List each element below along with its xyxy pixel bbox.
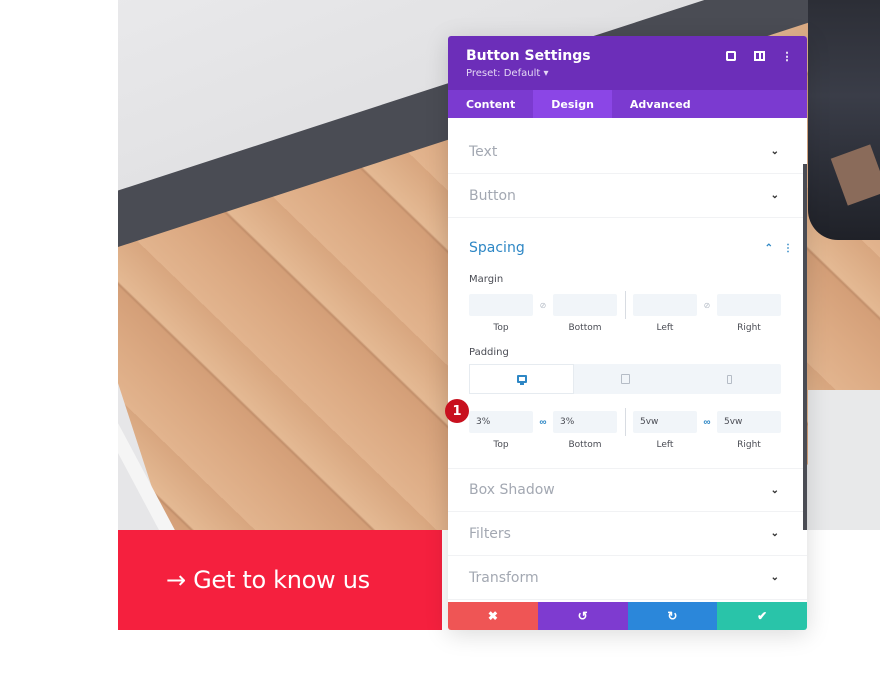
panel-body: Text ⌄ Button ⌄ Spacing ⌃ ⋮ Margin ⊘ ⊘ T… xyxy=(448,118,807,602)
more-options-icon[interactable]: ⋮ xyxy=(781,50,793,63)
preset-dropdown[interactable]: Preset: Default ▾ xyxy=(466,68,789,79)
undo-button[interactable]: ↺ xyxy=(537,602,628,630)
section-label: Filters xyxy=(469,525,511,542)
sublabel-right: Right xyxy=(737,323,761,333)
chevron-down-icon: ⌄ xyxy=(770,484,779,496)
page: → Get to know us 1 Button Settings Prese… xyxy=(0,0,880,683)
check-icon: ✔ xyxy=(757,609,768,623)
section-options-icon[interactable]: ⋮ xyxy=(783,243,793,254)
section-label: Text xyxy=(469,143,498,160)
section-label: Button xyxy=(469,187,516,204)
margin-sublabels: Top Bottom Left Right xyxy=(448,323,807,333)
redo-button[interactable]: ↻ xyxy=(627,602,718,630)
sublabel-left: Left xyxy=(656,440,674,450)
link-icon[interactable]: ∞ xyxy=(697,417,717,428)
padding-sublabels: Top Bottom Left Right xyxy=(448,440,807,450)
chevron-down-icon: ⌄ xyxy=(770,528,779,539)
section-button[interactable]: Button ⌄ xyxy=(448,174,807,218)
tablet-icon xyxy=(621,374,631,384)
close-icon: ✖ xyxy=(487,609,498,623)
section-label: Spacing xyxy=(469,240,525,256)
link-icon[interactable]: ∞ xyxy=(533,417,553,428)
device-tablet[interactable] xyxy=(574,364,677,394)
sublabel-top: Top xyxy=(493,323,509,333)
margin-bottom-input[interactable] xyxy=(553,294,617,316)
chevron-down-icon: ⌄ xyxy=(770,190,779,201)
margin-label: Margin xyxy=(469,274,504,285)
photo-floor xyxy=(808,390,880,530)
margin-right-input[interactable] xyxy=(717,294,781,316)
padding-right-input[interactable]: 5vw xyxy=(717,411,781,433)
sublabel-bottom: Bottom xyxy=(568,440,602,450)
focus-icon[interactable] xyxy=(725,50,737,62)
chevron-up-icon[interactable]: ⌃ xyxy=(765,243,773,254)
cta-label: → Get to know us xyxy=(166,566,370,594)
redo-icon: ↻ xyxy=(667,609,678,623)
divider xyxy=(625,291,626,319)
section-filters[interactable]: Filters ⌄ xyxy=(448,512,807,556)
undo-icon: ↺ xyxy=(577,609,588,623)
section-label: Box Shadow xyxy=(469,482,555,498)
save-button[interactable]: ✔ xyxy=(717,602,807,630)
section-text[interactable]: Text ⌄ xyxy=(448,130,807,174)
panel-scrollbar[interactable] xyxy=(803,164,807,530)
split-view-icon[interactable] xyxy=(753,50,765,62)
sublabel-right: Right xyxy=(737,440,761,450)
panel-header: Button Settings Preset: Default ▾ ⋮ xyxy=(448,36,807,90)
chevron-down-icon: ⌄ xyxy=(770,146,779,157)
sublabel-top: Top xyxy=(493,440,509,450)
sublabel-bottom: Bottom xyxy=(568,323,602,333)
padding-fields: 3% ∞ 3% 5vw ∞ 5vw xyxy=(448,408,807,436)
section-spacing[interactable]: Spacing ⌃ ⋮ xyxy=(448,218,807,270)
device-switcher xyxy=(469,364,781,394)
photo-person xyxy=(808,0,880,240)
chevron-down-icon: ⌄ xyxy=(770,572,779,583)
padding-left-input[interactable]: 5vw xyxy=(633,411,697,433)
unlink-icon[interactable]: ⊘ xyxy=(697,301,717,310)
device-phone[interactable] xyxy=(678,364,781,394)
button-settings-panel: Button Settings Preset: Default ▾ ⋮ Cont… xyxy=(448,36,807,630)
unlink-icon[interactable]: ⊘ xyxy=(533,301,553,310)
sublabel-left: Left xyxy=(656,323,674,333)
desktop-icon xyxy=(516,375,527,385)
annotation-badge: 1 xyxy=(445,399,469,423)
padding-label: Padding xyxy=(469,347,509,358)
section-label: Transform xyxy=(469,569,539,586)
cancel-button[interactable]: ✖ xyxy=(448,602,538,630)
margin-left-input[interactable] xyxy=(633,294,697,316)
padding-top-input[interactable]: 3% xyxy=(469,411,533,433)
margin-top-input[interactable] xyxy=(469,294,533,316)
section-box-shadow[interactable]: Box Shadow ⌄ xyxy=(448,468,807,512)
panel-footer: ✖ ↺ ↻ ✔ xyxy=(448,602,807,630)
tab-advanced[interactable]: Advanced xyxy=(612,90,709,118)
section-transform[interactable]: Transform ⌄ xyxy=(448,556,807,600)
panel-tabs: Content Design Advanced xyxy=(448,90,807,118)
tab-content[interactable]: Content xyxy=(448,90,533,118)
padding-bottom-input[interactable]: 3% xyxy=(553,411,617,433)
tab-design[interactable]: Design xyxy=(533,90,612,118)
phone-icon xyxy=(726,374,732,384)
divider xyxy=(625,408,626,436)
margin-fields: ⊘ ⊘ xyxy=(448,291,807,319)
device-desktop[interactable] xyxy=(469,364,575,394)
get-to-know-us-button[interactable]: → Get to know us xyxy=(118,530,442,630)
